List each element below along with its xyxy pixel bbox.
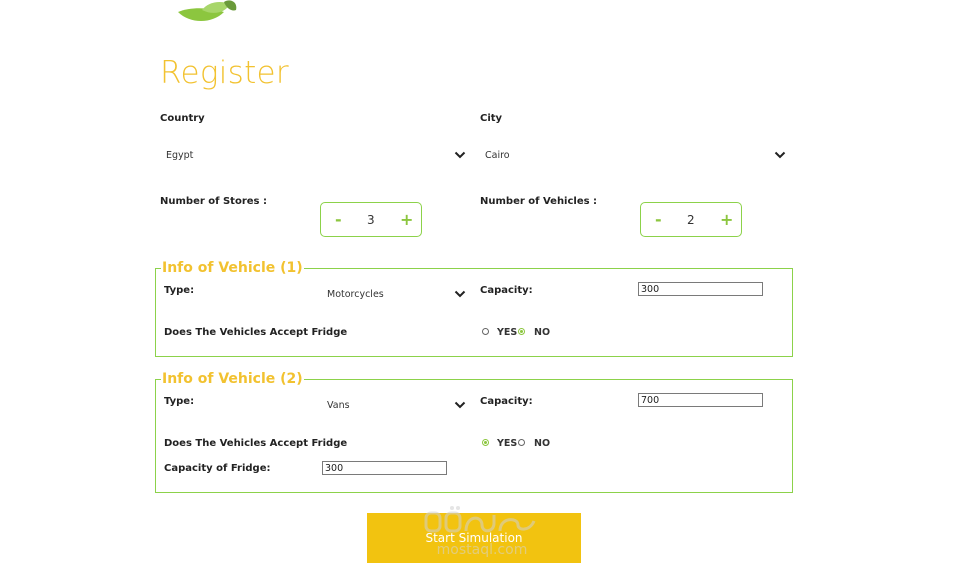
- vehicle-1-capacity-input[interactable]: [638, 282, 763, 296]
- chevron-down-icon: [454, 401, 466, 409]
- stores-stepper: - 3 +: [320, 202, 422, 237]
- vehicle-1-legend: Info of Vehicle (1): [162, 260, 303, 276]
- chevron-down-icon: [454, 290, 466, 298]
- vehicle-1-fridge-no-radio[interactable]: [518, 328, 525, 335]
- page-title: Register: [160, 55, 289, 91]
- vehicles-count-label: Number of Vehicles :: [480, 196, 598, 207]
- vehicle-1-type-value: Motorcycles: [327, 289, 384, 300]
- vehicle-2-type-label: Type:: [164, 396, 195, 407]
- vehicle-2-fridge-capacity-label: Capacity of Fridge:: [164, 463, 271, 474]
- vehicle-1-fridge-no-label: NO: [534, 327, 551, 338]
- leaf-logo-icon: [178, 0, 237, 21]
- chevron-down-icon: [454, 151, 466, 159]
- vehicle-2-type-value: Vans: [327, 400, 350, 411]
- vehicle-2-fridge-yes-label: YES: [497, 438, 518, 449]
- city-select[interactable]: Cairo: [480, 146, 788, 164]
- start-simulation-label: Start Simulation: [425, 531, 523, 545]
- vehicles-increment-button[interactable]: +: [720, 211, 733, 229]
- vehicle-2-fridge-yes-radio[interactable]: [482, 439, 489, 446]
- vehicle-1-capacity-label: Capacity:: [480, 285, 533, 296]
- start-simulation-button[interactable]: Start Simulation: [367, 513, 581, 563]
- vehicles-stepper: - 2 +: [640, 202, 742, 237]
- country-label: Country: [160, 113, 205, 124]
- vehicle-1-fridge-yes-radio[interactable]: [482, 328, 489, 335]
- stores-count-label: Number of Stores :: [160, 196, 267, 207]
- chevron-down-icon: [774, 151, 786, 159]
- vehicle-2-capacity-input[interactable]: [638, 393, 763, 407]
- vehicle-2-type-select[interactable]: Vans: [322, 398, 468, 414]
- vehicle-1-fridge-question: Does The Vehicles Accept Fridge: [164, 327, 348, 338]
- country-select-value: Egypt: [166, 150, 194, 161]
- vehicle-1-type-label: Type:: [164, 285, 195, 296]
- stores-increment-button[interactable]: +: [400, 211, 413, 229]
- vehicle-1-fridge-yes-label: YES: [497, 327, 518, 338]
- vehicles-decrement-button[interactable]: -: [655, 211, 662, 229]
- city-select-value: Cairo: [485, 150, 510, 161]
- stores-decrement-button[interactable]: -: [335, 211, 342, 229]
- vehicle-2-legend: Info of Vehicle (2): [162, 371, 303, 387]
- stores-count-value: 3: [367, 213, 375, 227]
- vehicles-count-value: 2: [687, 213, 695, 227]
- country-select[interactable]: Egypt: [160, 146, 468, 164]
- vehicle-2-capacity-label: Capacity:: [480, 396, 533, 407]
- vehicle-2-fridge-capacity-input[interactable]: [322, 461, 447, 475]
- vehicle-2-fridge-no-label: NO: [534, 438, 551, 449]
- vehicle-2-fridge-no-radio[interactable]: [518, 439, 525, 446]
- vehicle-1-section: Info of Vehicle (1): [155, 260, 793, 357]
- vehicle-1-type-select[interactable]: Motorcycles: [322, 287, 468, 303]
- vehicle-2-fridge-question: Does The Vehicles Accept Fridge: [164, 438, 348, 449]
- city-label: City: [480, 113, 503, 124]
